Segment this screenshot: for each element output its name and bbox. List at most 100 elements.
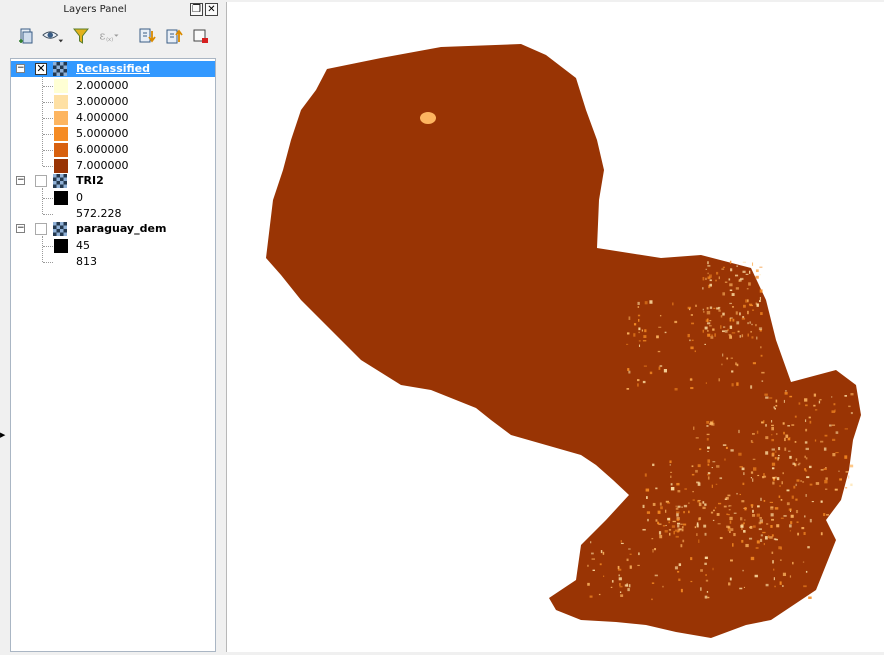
terrain-speck xyxy=(763,420,765,424)
terrain-speck xyxy=(751,433,755,435)
terrain-speck xyxy=(706,591,709,593)
terrain-speck xyxy=(677,530,680,532)
legend-swatch xyxy=(54,111,68,125)
layer-row-reclassified[interactable]: − ✕ Reclassified xyxy=(11,61,215,77)
terrain-speck xyxy=(825,477,828,480)
terrain-speck xyxy=(747,310,749,315)
terrain-speck xyxy=(770,420,773,423)
visibility-menu-button[interactable] xyxy=(42,25,64,47)
filter-icon xyxy=(73,28,89,44)
terrain-speck xyxy=(831,410,835,413)
terrain-speck xyxy=(824,467,827,469)
terrain-speck xyxy=(752,478,754,482)
terrain-speck xyxy=(732,543,734,547)
terrain-speck xyxy=(675,505,677,507)
terrain-speck xyxy=(663,368,667,373)
terrain-speck xyxy=(619,591,622,593)
layer-name: TRI2 xyxy=(76,174,104,187)
terrain-speck xyxy=(714,506,717,509)
terrain-speck xyxy=(672,520,676,523)
legend-label: 45 xyxy=(76,239,90,252)
remove-layer-button[interactable] xyxy=(190,25,212,47)
terrain-speck xyxy=(705,382,707,385)
terrain-speck xyxy=(678,578,681,581)
terrain-speck xyxy=(751,336,754,339)
terrain-speck xyxy=(592,569,595,572)
map-canvas[interactable] xyxy=(226,2,884,652)
expand-all-button[interactable] xyxy=(136,25,158,47)
terrain-speck xyxy=(722,266,725,268)
terrain-speck xyxy=(726,513,729,515)
terrain-speck xyxy=(697,464,701,468)
legend-swatch xyxy=(54,143,68,157)
terrain-speck xyxy=(702,329,704,333)
terrain-speck xyxy=(762,476,765,479)
add-group-button[interactable] xyxy=(15,25,37,47)
terrain-speck xyxy=(664,331,667,334)
terrain-speck xyxy=(637,564,640,567)
terrain-speck xyxy=(669,532,671,536)
terrain-speck xyxy=(662,585,664,588)
filter-expression-button[interactable]: ε (x) xyxy=(98,25,120,47)
layer-visibility-checkbox[interactable] xyxy=(35,175,47,187)
terrain-patch xyxy=(420,112,436,124)
add-group-icon xyxy=(19,28,33,44)
terrain-speck xyxy=(730,449,734,452)
terrain-speck xyxy=(759,289,763,293)
terrain-speck xyxy=(620,594,624,597)
terrain-speck xyxy=(805,494,807,497)
terrain-speck xyxy=(786,502,790,506)
terrain-speck xyxy=(729,283,733,287)
terrain-speck xyxy=(777,458,779,461)
terrain-speck xyxy=(769,397,773,399)
terrain-speck xyxy=(710,336,714,339)
terrain-speck xyxy=(677,489,681,493)
terrain-speck xyxy=(758,327,763,330)
terrain-speck xyxy=(709,320,712,322)
terrain-speck xyxy=(832,453,836,457)
legend-item: 7.000000 xyxy=(11,158,215,174)
terrain-speck xyxy=(765,451,769,455)
terrain-speck xyxy=(683,511,685,514)
close-panel-button[interactable]: ✕ xyxy=(205,3,218,16)
terrain-speck xyxy=(691,465,694,468)
legend-label: 6.000000 xyxy=(76,143,129,156)
terrain-speck xyxy=(705,579,709,582)
terrain-speck xyxy=(809,518,812,523)
terrain-speck xyxy=(787,425,790,427)
terrain-speck xyxy=(814,409,818,411)
terrain-speck xyxy=(627,588,630,592)
collapse-toggle[interactable]: − xyxy=(16,176,25,185)
terrain-speck xyxy=(626,583,628,587)
terrain-speck xyxy=(730,357,734,359)
terrain-speck xyxy=(665,509,667,513)
filter-legend-button[interactable] xyxy=(70,25,92,47)
layer-row-paraguay-dem[interactable]: − paraguay_dem xyxy=(11,221,215,237)
terrain-speck xyxy=(729,531,731,533)
collapse-toggle[interactable]: − xyxy=(16,64,25,73)
terrain-speck xyxy=(774,585,776,588)
terrain-speck xyxy=(773,538,777,541)
terrain-speck xyxy=(651,582,655,584)
collapse-toggle[interactable]: − xyxy=(16,224,25,233)
collapse-all-button[interactable] xyxy=(163,25,185,47)
terrain-speck xyxy=(715,483,718,485)
terrain-speck xyxy=(716,307,720,310)
terrain-speck xyxy=(823,513,826,517)
terrain-speck xyxy=(662,525,666,527)
terrain-speck xyxy=(707,463,710,466)
terrain-speck xyxy=(773,577,775,581)
layer-visibility-checkbox[interactable]: ✕ xyxy=(35,63,47,75)
terrain-speck xyxy=(658,531,662,535)
terrain-speck xyxy=(791,424,795,426)
layer-row-tri2[interactable]: − TRI2 xyxy=(11,173,215,189)
float-panel-button[interactable]: ❐ xyxy=(190,3,203,16)
terrain-speck xyxy=(724,281,728,283)
legend-item: 5.000000 xyxy=(11,126,215,142)
layer-visibility-checkbox[interactable] xyxy=(35,223,47,235)
terrain-speck xyxy=(655,487,658,490)
terrain-speck xyxy=(804,468,806,471)
terrain-speck xyxy=(756,430,759,434)
terrain-speck xyxy=(761,371,765,374)
terrain-speck xyxy=(738,452,742,456)
